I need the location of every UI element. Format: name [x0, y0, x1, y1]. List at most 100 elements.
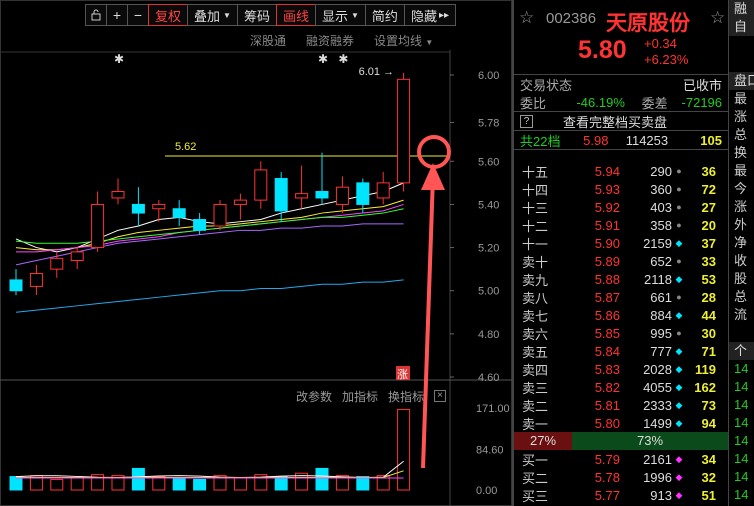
status-value: 已收市 [682, 77, 722, 93]
level-volume: 4055 [643, 379, 672, 395]
fuquan-button[interactable]: 复权 [148, 4, 189, 26]
full-book-row[interactable]: ? 查看完整档买卖盘 [514, 112, 728, 130]
ask-row[interactable]: 十五 5.94 290 ● 36 [514, 162, 728, 180]
ma-line-magenta [16, 203, 404, 253]
level-dot-icon: ● [676, 166, 682, 176]
level-count: 30 [701, 325, 716, 341]
ratio-row: 委比 -46.19% 委差 -72196 [514, 93, 728, 111]
candle-body [91, 203, 105, 249]
side-item: 14 [734, 415, 749, 430]
ask-row[interactable]: 十四 5.93 360 ● 72 [514, 180, 728, 198]
side-item: 收 [734, 253, 748, 268]
star-icon[interactable]: ☆ [710, 8, 725, 28]
level-label: 卖八 [522, 290, 549, 306]
volume-tick-label: 171.00 [476, 403, 510, 415]
side-item: 14 [734, 487, 749, 502]
volume-bar [274, 476, 288, 491]
side-item[interactable]: 盘口 [729, 72, 754, 90]
ask-row[interactable]: 卖九 5.88 2118 ◆ 53 [514, 270, 728, 288]
level-price: 5.83 [594, 361, 620, 377]
side-item[interactable]: 个 [729, 342, 754, 360]
side-item [729, 54, 754, 72]
ask-row[interactable]: 卖八 5.87 661 ● 28 [514, 288, 728, 306]
ask-row[interactable]: 卖三 5.82 4055 ◆ 162 [514, 378, 728, 396]
ask-row[interactable]: 卖七 5.86 884 ◆ 44 [514, 306, 728, 324]
zoom-in-button[interactable]: + [106, 4, 128, 26]
dropdown-arrow-icon: ▼ [223, 10, 231, 20]
level-count: 20 [701, 217, 716, 233]
ask-row[interactable]: 十三 5.92 403 ● 27 [514, 198, 728, 216]
switch-indicator-button[interactable]: 换指标 [388, 388, 424, 405]
ma-settings-link[interactable]: 设置均线 ▼ [374, 32, 433, 49]
level-dot-icon: ● [676, 292, 682, 302]
display-button[interactable]: 显示 ▼ [314, 4, 366, 26]
level-price: 5.77 [594, 487, 620, 503]
hk-connect-link[interactable]: 深股通 [250, 32, 286, 49]
level-volume: 2028 [643, 361, 672, 377]
total-label: 共22档 [520, 133, 561, 149]
level-count: 28 [701, 289, 716, 305]
full-book-button[interactable]: 查看完整档买卖盘 [563, 112, 667, 131]
chips-button[interactable]: 筹码 [236, 4, 277, 26]
side-item: 14 [734, 379, 749, 394]
level-price: 5.79 [594, 451, 620, 467]
level-label: 十二 [522, 218, 549, 234]
stock-code: 002386 [546, 10, 597, 27]
level-price: 5.86 [594, 307, 620, 323]
level-dot-icon: ◆ [675, 489, 683, 500]
level-dot-icon: ◆ [675, 237, 683, 248]
ask-row[interactable]: 卖六 5.85 995 ● 30 [514, 324, 728, 342]
star-icon[interactable]: ☆ [519, 8, 534, 28]
level-dot-icon: ● [676, 184, 682, 194]
ask-row[interactable]: 卖一 5.80 1499 ◆ 94 [514, 414, 728, 432]
help-icon[interactable]: ? [520, 114, 533, 128]
change-percent: +6.23% [644, 52, 689, 67]
level-label: 卖二 [522, 398, 549, 414]
volume-bar [356, 476, 370, 491]
level-volume: 661 [650, 289, 672, 305]
edit-params-button[interactable]: 改参数 [296, 388, 332, 405]
hide-button[interactable]: 隐藏 ▸▸ [403, 4, 456, 26]
level-count: 94 [701, 415, 716, 431]
simple-button[interactable]: 简约 [364, 4, 405, 26]
level-label: 卖九 [522, 272, 549, 288]
overlay-button[interactable]: 叠加 ▼ [187, 4, 238, 26]
side-item: 最 [734, 91, 748, 106]
buy-sell-ratio: 27% 73% [514, 432, 728, 450]
margin-link[interactable]: 融资融券 [306, 32, 354, 49]
ask-list: 十五 5.94 290 ● 36 十四 5.93 360 ● 72 十三 5.92 403 ● 27 十二 5.… [514, 162, 728, 432]
close-icon[interactable]: × [434, 390, 446, 402]
total-volume: 114253 [625, 132, 669, 148]
ask-row[interactable]: 卖二 5.81 2333 ◆ 73 [514, 396, 728, 414]
indicator-bar: 改参数 加指标 换指标 [296, 388, 424, 405]
ask-row[interactable]: 卖十 5.89 652 ● 33 [514, 252, 728, 270]
price-tick-label: 4.80 [478, 329, 499, 341]
ask-row[interactable]: 十二 5.91 358 ● 20 [514, 216, 728, 234]
lock-icon[interactable] [85, 4, 107, 26]
candle-body [254, 169, 268, 201]
price-tick-label: 6.00 [478, 70, 499, 82]
level-volume: 2118 [644, 271, 672, 287]
bid-row[interactable]: 买三 5.77 913 ◆ 51 [514, 486, 728, 504]
zoom-out-button[interactable]: − [127, 4, 149, 26]
candle-body [29, 272, 43, 287]
ask-row[interactable]: 卖四 5.83 2028 ◆ 119 [514, 360, 728, 378]
bid-row[interactable]: 买一 5.79 2161 ◆ 34 [514, 450, 728, 468]
dropdown-arrow-icon: ▼ [425, 38, 434, 47]
level-count: 71 [701, 343, 716, 359]
chart-subbar: 深股通 融资融券 设置均线 ▼ [250, 32, 433, 49]
limit-up-label: 涨 [397, 368, 408, 381]
bid-row[interactable]: 买二 5.78 1996 ◆ 32 [514, 468, 728, 486]
volume-bar [50, 478, 64, 491]
ask-row[interactable]: 十一 5.90 2159 ◆ 37 [514, 234, 728, 252]
side-item[interactable]: 融 [729, 0, 754, 18]
kline-chart[interactable]: 6.00 5.78 5.60 5.40 5.20 5.00 4.80 4.60 5.62 6.01… [0, 0, 512, 506]
level-count: 72 [701, 181, 716, 197]
side-item[interactable]: 自 [729, 18, 754, 36]
draw-line-button[interactable]: 画线 [275, 4, 316, 26]
add-indicator-button[interactable]: 加指标 [342, 388, 378, 405]
level-price: 5.85 [594, 325, 620, 341]
ask-row[interactable]: 卖五 5.84 777 ◆ 71 [514, 342, 728, 360]
level-label: 卖三 [522, 380, 549, 396]
candle-body [50, 257, 64, 270]
